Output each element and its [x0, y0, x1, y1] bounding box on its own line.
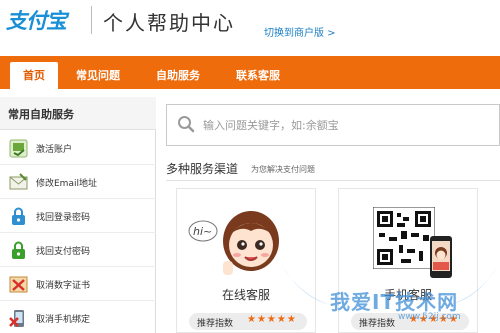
- switch-to-merchant-link[interactable]: 切换到商户版 >: [264, 24, 336, 39]
- sidebar-item-label: 找回登录密码: [36, 213, 91, 223]
- channels-title: 多种服务渠道: [166, 162, 239, 176]
- sidebar-item-change-email[interactable]: 修改Email地址: [0, 165, 156, 199]
- tab-home[interactable]: 首页: [10, 62, 58, 89]
- sidebar-item-label: 修改Email地址: [36, 179, 97, 189]
- cancel-certificate-icon: [9, 275, 28, 294]
- header-divider: [91, 6, 92, 34]
- sidebar-item-cancel-certificate[interactable]: 取消数字证书: [0, 267, 156, 301]
- lock-icon: [9, 207, 28, 226]
- search-box: [166, 104, 500, 146]
- tab-self-service[interactable]: 自助服务: [146, 62, 210, 89]
- activate-account-icon: [9, 139, 28, 158]
- sidebar-title: 常用自助服务: [8, 108, 74, 121]
- page-title: 个人帮助中心: [103, 11, 235, 35]
- payment-password-icon: [9, 241, 28, 260]
- search-icon[interactable]: [177, 115, 195, 133]
- main-nav: 首页 常见问题 自助服务 联系客服: [0, 56, 500, 89]
- logo-text: 支付宝: [6, 9, 67, 33]
- sidebar-item-activate-account[interactable]: 激活账户: [0, 131, 156, 165]
- channels-divider: [166, 180, 500, 181]
- watermark-url: www.52ij.com: [398, 312, 461, 322]
- sidebar-item-cancel-phone-binding[interactable]: 取消手机绑定: [0, 301, 156, 333]
- qr-code-icon: [372, 206, 436, 270]
- channels-subtitle: 为您解决支付问题: [251, 165, 315, 174]
- sidebar-item-label: 激活账户: [36, 145, 73, 155]
- sidebar-item-label: 取消数字证书: [36, 281, 91, 291]
- tab-faq[interactable]: 常见问题: [66, 62, 130, 89]
- speech-bubble-text: hi~: [193, 225, 212, 238]
- alipay-logo[interactable]: 支付宝: [6, 5, 86, 35]
- sidebar-header: 常用自助服务: [0, 97, 156, 130]
- watermark: 我爱IT技术网 www.52ij.com: [280, 264, 500, 333]
- watermark-text: 我爱IT技术网: [330, 290, 459, 314]
- email-icon: [9, 173, 28, 192]
- page-header: 支付宝 个人帮助中心 切换到商户版 >: [0, 0, 500, 56]
- phone-unbind-icon: [9, 309, 28, 328]
- sidebar: 常用自助服务 激活账户 修改Email地址 找回登录密码 找回支付密码 取消数字…: [0, 97, 156, 333]
- sidebar-item-label: 找回支付密码: [36, 247, 91, 257]
- sidebar-item-recover-payment-password[interactable]: 找回支付密码: [0, 233, 156, 267]
- sidebar-item-recover-login-password[interactable]: 找回登录密码: [0, 199, 156, 233]
- tab-contact-service[interactable]: 联系客服: [226, 62, 290, 89]
- rating-label: 推荐指数: [197, 319, 234, 329]
- search-input[interactable]: [203, 105, 493, 145]
- sidebar-item-label: 取消手机绑定: [36, 315, 91, 325]
